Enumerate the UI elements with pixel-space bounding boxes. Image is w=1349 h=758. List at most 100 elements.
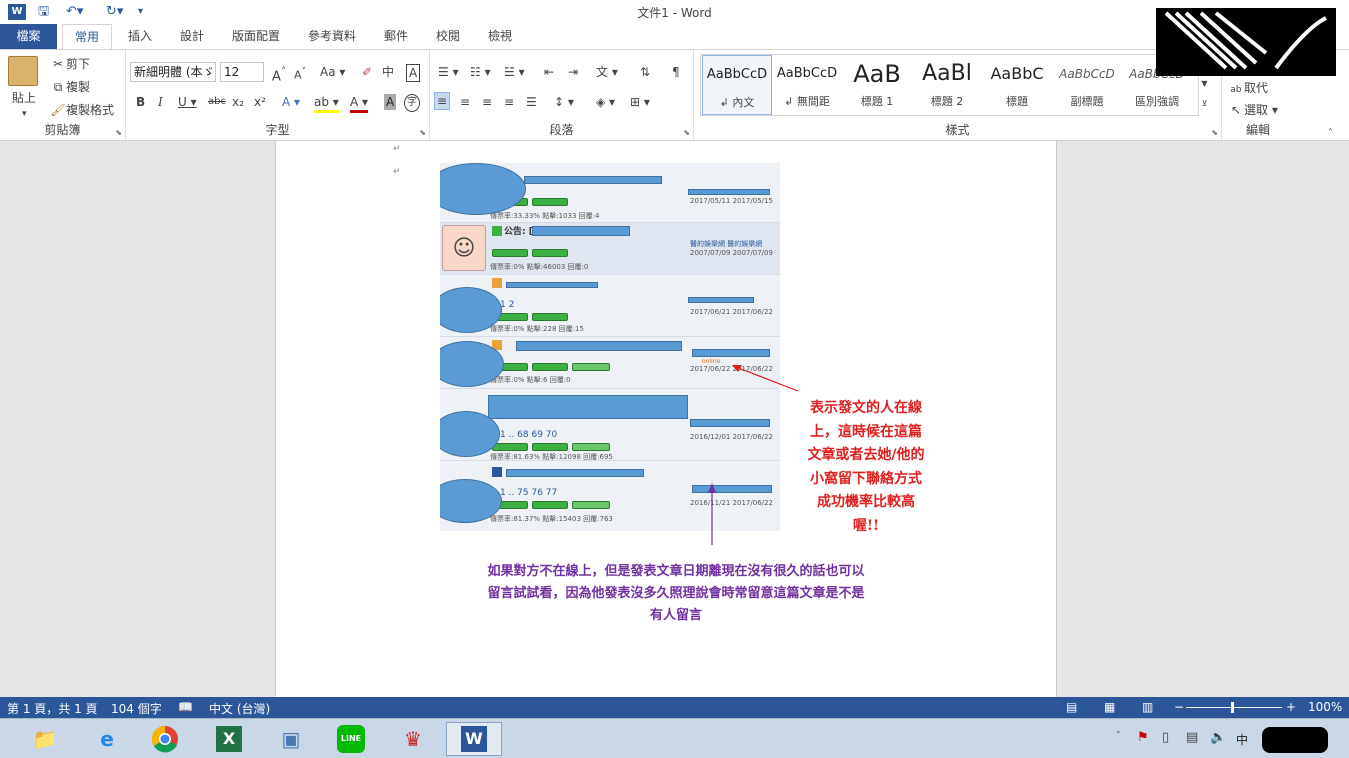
increase-indent-icon[interactable]: ⇥ <box>568 64 578 80</box>
dialog-launcher-icon[interactable]: ⬊ <box>115 128 122 137</box>
cut-label: 剪下 <box>66 57 91 71</box>
line-spacing-icon[interactable]: ↕ ▾ <box>554 94 574 110</box>
replace-button[interactable]: ab 取代 <box>1228 80 1268 98</box>
font-launcher-icon[interactable]: ⬊ <box>419 128 426 137</box>
tab-design[interactable]: 設計 <box>170 24 214 49</box>
style-preview: AaB <box>853 60 901 88</box>
shading-icon[interactable]: ◈ ▾ <box>596 94 615 110</box>
internet-explorer-icon[interactable]: e <box>86 722 128 756</box>
page[interactable]: ↵ ↵ 傳票率:33.33% 點擊:1033 回覆:4 2017/05/11 2… <box>275 141 1057 697</box>
app-icon[interactable]: ♛ <box>392 722 434 756</box>
word-count[interactable]: 104 個字 <box>111 700 162 717</box>
tab-mailings[interactable]: 郵件 <box>374 24 418 49</box>
language-indicator[interactable]: 中文 (台灣) <box>209 700 270 717</box>
style-heading-2[interactable]: AaBl 標題 2 <box>912 55 982 115</box>
paintbrush-icon: 🖌 <box>50 103 66 117</box>
select-button[interactable]: ↖ 選取 ▾ <box>1228 102 1278 118</box>
print-layout-icon[interactable]: ▦ <box>1104 700 1115 714</box>
subscript-icon[interactable]: x₂ <box>232 94 244 110</box>
tab-file[interactable]: 檔案 <box>0 24 57 49</box>
paste-icon[interactable] <box>8 56 38 86</box>
style-preview: AaBbCcD <box>776 66 838 81</box>
tab-review[interactable]: 校閱 <box>426 24 470 49</box>
tab-view[interactable]: 檢視 <box>478 24 522 49</box>
ime-indicator[interactable]: 中 <box>1236 731 1248 748</box>
collapse-ribbon-icon[interactable]: ˄ <box>1328 126 1333 142</box>
font-size-box[interactable]: 12 <box>220 62 264 82</box>
action-center-icon[interactable]: ⚑ <box>1137 730 1149 745</box>
tray-expand-icon[interactable]: ˄ <box>1116 731 1121 741</box>
style-name: 標題 <box>1006 95 1028 108</box>
zoom-slider-thumb[interactable] <box>1231 702 1234 713</box>
style-title[interactable]: AaBbC 標題 <box>982 55 1052 115</box>
network-icon[interactable]: ▤ <box>1186 730 1198 745</box>
text-effects-icon[interactable]: A ▾ <box>282 94 300 110</box>
shrink-font-icon[interactable]: A˅ <box>294 64 306 84</box>
highlight-icon[interactable]: ab ▾ <box>314 94 339 113</box>
bold-icon[interactable]: B <box>136 94 145 110</box>
enclose-char-icon[interactable]: 字 <box>404 94 420 112</box>
show-marks-icon[interactable]: ¶ <box>672 64 680 80</box>
align-right-icon[interactable]: ≡ <box>482 94 492 110</box>
zoom-in-icon[interactable]: + <box>1286 700 1296 714</box>
paragraph-launcher-icon[interactable]: ⬊ <box>683 128 690 137</box>
file-explorer-icon[interactable]: 📁 <box>24 722 66 756</box>
format-painter-button[interactable]: 🖌複製格式 <box>50 102 114 118</box>
volume-icon[interactable]: 🔈 <box>1210 730 1226 745</box>
cut-button[interactable]: ✂ 剪下 <box>50 56 90 72</box>
asian-layout-icon[interactable]: 文 ▾ <box>596 64 618 80</box>
style-heading-1[interactable]: AaB 標題 1 <box>842 55 912 115</box>
control-panel-icon[interactable]: ▣ <box>270 722 312 756</box>
format-painter-label: 複製格式 <box>66 103 115 117</box>
sort-icon[interactable]: ⇅ <box>640 64 650 80</box>
borders-icon[interactable]: ⊞ ▾ <box>630 94 650 110</box>
align-left-icon[interactable]: ≡ <box>434 92 451 110</box>
superscript-icon[interactable]: x² <box>254 94 266 110</box>
chrome-icon[interactable] <box>144 722 186 756</box>
numbering-icon[interactable]: ☷ ▾ <box>470 64 491 80</box>
tab-layout[interactable]: 版面配置 <box>222 24 290 49</box>
font-color-icon[interactable]: A ▾ <box>350 94 369 113</box>
clear-format-icon[interactable]: ✐ <box>362 64 372 80</box>
style-normal[interactable]: AaBbCcD ↲ 內文 <box>702 55 772 115</box>
excel-icon[interactable]: X <box>208 722 250 756</box>
word-taskbar-icon[interactable]: W <box>446 722 502 756</box>
line-icon[interactable]: LINE <box>330 722 372 756</box>
tab-references[interactable]: 參考資料 <box>298 24 366 49</box>
tab-home[interactable]: 常用 <box>62 24 112 50</box>
zoom-level[interactable]: 100% <box>1308 700 1342 714</box>
char-shading-icon[interactable]: A <box>384 94 397 110</box>
zoom-out-icon[interactable]: − <box>1174 700 1184 714</box>
font-name-box[interactable]: 新細明體 (本ゞ <box>130 62 216 82</box>
zoom-slider[interactable] <box>1186 707 1282 708</box>
align-center-icon[interactable]: ≡ <box>460 94 470 110</box>
justify-icon[interactable]: ≡ <box>504 94 514 110</box>
distributed-icon[interactable]: ☰ <box>526 94 537 110</box>
phonetic-guide-icon[interactable]: 中 <box>382 64 394 80</box>
redaction-block <box>1156 8 1336 76</box>
change-case-icon[interactable]: Aa ▾ <box>320 64 345 80</box>
replace-icon: ab <box>1230 85 1242 95</box>
proofing-icon[interactable]: 📖 <box>178 700 193 714</box>
paste-button[interactable]: 貼上 <box>12 90 36 106</box>
paste-dropdown-icon[interactable]: ▾ <box>22 106 27 122</box>
copy-button[interactable]: ⧉ 複製 <box>50 79 90 95</box>
styles-launcher-icon[interactable]: ⬊ <box>1211 128 1218 137</box>
grow-font-icon[interactable]: A˄ <box>272 64 286 85</box>
style-subtitle[interactable]: AaBbCcD 副標題 <box>1052 55 1122 115</box>
tab-insert[interactable]: 插入 <box>118 24 162 49</box>
strikethrough-icon[interactable]: abc <box>208 94 226 110</box>
decrease-indent-icon[interactable]: ⇤ <box>544 64 554 80</box>
page-count[interactable]: 第 1 頁，共 1 頁 <box>7 700 98 717</box>
taskbar: 📁 e X ▣ LINE ♛ W ˄ ⚑ ▯ ▤ 🔈 中 <box>0 718 1349 758</box>
style-no-spacing[interactable]: AaBbCcD ↲ 無間距 <box>772 55 842 115</box>
char-border-icon[interactable]: A <box>406 64 421 82</box>
underline-icon[interactable]: U ▾ <box>178 94 197 110</box>
replace-label: 取代 <box>1244 81 1269 95</box>
read-mode-icon[interactable]: ▤ <box>1066 700 1077 714</box>
multilevel-list-icon[interactable]: ☱ ▾ <box>504 64 525 80</box>
battery-icon[interactable]: ▯ <box>1162 730 1169 745</box>
italic-icon[interactable]: I <box>158 94 163 110</box>
web-layout-icon[interactable]: ▥ <box>1142 700 1153 714</box>
bullets-icon[interactable]: ☰ ▾ <box>438 64 459 80</box>
